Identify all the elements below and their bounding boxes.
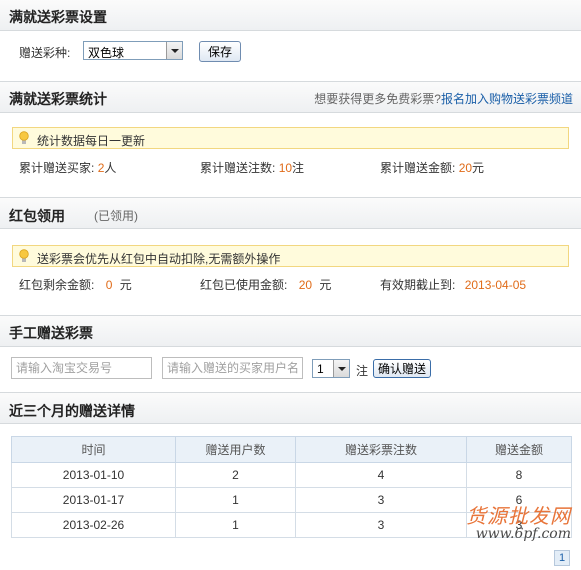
column-header-bets: 赠送彩票注数 <box>295 436 467 463</box>
cell-time: 2013-01-10 <box>11 462 176 488</box>
amount-label: 累计赠送金额: <box>380 161 456 175</box>
watermark-main: 货源批发网 <box>466 504 571 528</box>
save-button[interactable]: 保存 <box>199 41 241 62</box>
stats-buyers: 累计赠送买家: 2人 <box>19 159 116 176</box>
redpacket-header: 红包领用 (已领用) <box>0 197 581 229</box>
cell-time: 2013-02-26 <box>11 512 176 538</box>
column-header-amount: 赠送金额 <box>466 436 572 463</box>
settings-header: 满就送彩票设置 <box>0 0 581 31</box>
bets-unit: 注 <box>292 161 305 175</box>
bets-value: 10 <box>278 161 293 175</box>
confirm-gift-button[interactable]: 确认赠送 <box>373 359 431 378</box>
lottery-type-select[interactable]: 双色球 <box>83 41 183 60</box>
details-title: 近三个月的赠送详情 <box>9 403 135 419</box>
remaining-label: 红包剩余金额: <box>19 278 95 292</box>
cell-users: 1 <box>175 512 296 538</box>
cell-bets: 4 <box>295 462 467 488</box>
promo-text: 想要获得更多免费彩票? <box>314 92 441 106</box>
redpacket-remaining: 红包剩余金额: 0 元 <box>19 276 132 293</box>
cell-users: 2 <box>175 462 296 488</box>
remaining-value: 0 <box>105 278 113 292</box>
redpacket-title: 红包领用 <box>9 208 65 224</box>
used-value: 20 <box>298 278 313 292</box>
stats-title: 满就送彩票统计 <box>9 91 107 107</box>
quantity-value: 1 <box>317 362 324 376</box>
bets-label: 累计赠送注数: <box>200 161 276 175</box>
remaining-unit: 元 <box>119 278 132 292</box>
lottery-type-row: 赠送彩种: <box>19 44 70 61</box>
order-number-input[interactable] <box>11 357 152 379</box>
stats-bets: 累计赠送注数: 10注 <box>200 159 304 176</box>
lottery-type-value: 双色球 <box>88 46 125 60</box>
redpacket-used: 红包已使用金额: 20 元 <box>200 276 331 293</box>
lightbulb-icon <box>19 131 29 144</box>
watermark: 货源批发网 www.6pf.com <box>451 500 571 548</box>
table-row: 2013-01-10 2 4 8 <box>11 462 572 488</box>
column-header-time: 时间 <box>11 436 176 463</box>
quantity-unit: 注 <box>356 364 369 378</box>
watermark-sub: www.6pf.com <box>475 526 571 542</box>
stats-tip: 统计数据每日一更新 <box>12 127 569 149</box>
redpacket-expiry: 有效期截止到: 2013-04-05 <box>380 276 526 293</box>
stats-header: 满就送彩票统计 想要获得更多免费彩票?报名加入购物送彩票频道 <box>0 81 581 113</box>
settings-title: 满就送彩票设置 <box>9 9 107 25</box>
column-header-users: 赠送用户数 <box>175 436 296 463</box>
lightbulb-icon <box>19 249 29 262</box>
stats-tip-text: 统计数据每日一更新 <box>37 134 146 148</box>
redpacket-status: (已领用) <box>94 209 138 223</box>
chevron-down-icon[interactable] <box>333 360 349 377</box>
used-unit: 元 <box>319 278 332 292</box>
manual-header: 手工赠送彩票 <box>0 315 581 347</box>
amount-value: 20 <box>458 161 473 175</box>
quantity-select[interactable]: 1 <box>312 359 350 378</box>
details-header: 近三个月的赠送详情 <box>0 392 581 424</box>
cell-users: 1 <box>175 487 296 513</box>
chevron-down-icon[interactable] <box>166 42 182 59</box>
cell-time: 2013-01-17 <box>11 487 176 513</box>
cell-bets: 3 <box>295 487 467 513</box>
cell-amount: 8 <box>466 462 572 488</box>
stats-amount: 累计赠送金额: 20元 <box>380 159 484 176</box>
buyer-username-input[interactable] <box>162 357 303 379</box>
used-label: 红包已使用金额: <box>200 278 288 292</box>
table-header-row: 时间 赠送用户数 赠送彩票注数 赠送金额 <box>11 436 572 463</box>
lottery-type-label: 赠送彩种: <box>19 46 71 60</box>
redpacket-tip-text: 送彩票会优先从红包中自动扣除,无需额外操作 <box>37 252 281 266</box>
promo-row: 想要获得更多免费彩票?报名加入购物送彩票频道 <box>314 90 573 107</box>
page-badge[interactable]: 1 <box>554 550 570 566</box>
promo-link[interactable]: 报名加入购物送彩票频道 <box>441 92 573 106</box>
amount-unit: 元 <box>472 161 485 175</box>
manual-title: 手工赠送彩票 <box>9 325 93 341</box>
cell-bets: 3 <box>295 512 467 538</box>
buyers-unit: 人 <box>104 161 117 175</box>
buyers-label: 累计赠送买家: <box>19 161 95 175</box>
redpacket-tip: 送彩票会优先从红包中自动扣除,无需额外操作 <box>12 245 569 267</box>
expiry-label: 有效期截止到: <box>380 278 456 292</box>
expiry-value: 2013-04-05 <box>464 278 527 292</box>
